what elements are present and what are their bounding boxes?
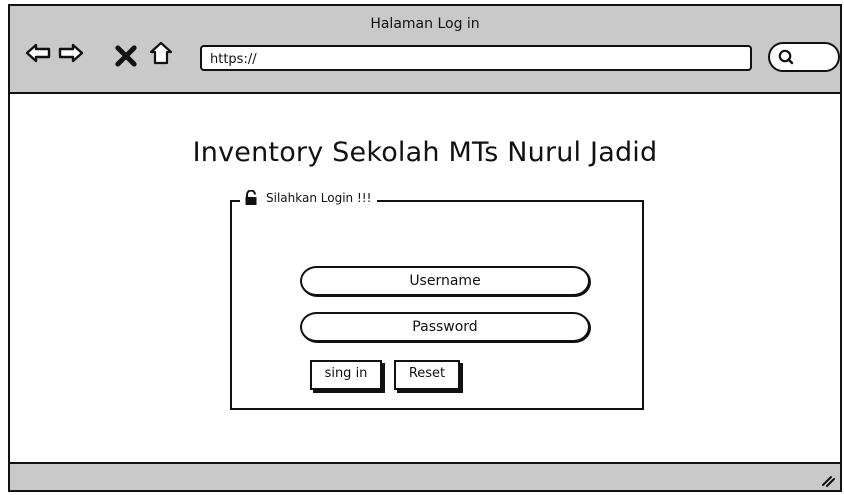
url-input[interactable]: https:// [200,45,752,71]
browser-page: Halaman Log in https:// Inventory Sekola… [0,0,844,495]
back-arrow-icon[interactable] [24,39,52,67]
home-icon[interactable] [147,39,175,67]
main-content: Inventory Sekolah MTs Nurul Jadid Silahk… [10,94,840,466]
close-icon[interactable] [112,42,140,70]
status-bar [10,462,840,490]
resize-grip-icon[interactable] [819,471,835,487]
forward-arrow-icon[interactable] [57,39,85,67]
password-field[interactable]: Password [300,312,590,342]
lock-open-icon [244,190,258,206]
search-button[interactable] [768,42,840,72]
username-field[interactable]: Username [300,266,590,296]
login-panel: Silahkan Login !!! Username Password sin… [230,190,644,410]
page-title: Inventory Sekolah MTs Nurul Jadid [192,137,658,168]
browser-window: Halaman Log in https:// Inventory Sekola… [8,4,842,492]
search-icon [778,49,794,65]
window-title: Halaman Log in [370,16,480,32]
login-legend-label: Silahkan Login !!! [266,191,372,205]
sign-in-button[interactable]: sing in [310,360,382,390]
reset-button[interactable]: Reset [394,360,460,390]
login-legend: Silahkan Login !!! [240,190,378,206]
browser-toolbar: Halaman Log in https:// [10,6,840,94]
